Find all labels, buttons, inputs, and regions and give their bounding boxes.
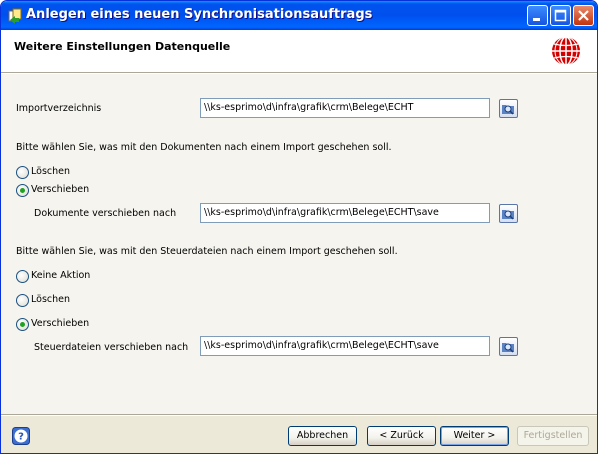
- documents-delete-radio[interactable]: [16, 166, 29, 179]
- control-files-no-action-label[interactable]: Keine Aktion: [31, 270, 90, 281]
- settings-panel: Importverzeichnis \\ks-esprimo\d\infra\g…: [1, 74, 597, 414]
- help-icon[interactable]: ?: [12, 427, 30, 445]
- page-title: Weitere Einstellungen Datenquelle: [14, 40, 231, 53]
- documents-move-target-input[interactable]: \\ks-esprimo\d\infra\grafik\crm\Belege\E…: [200, 203, 490, 223]
- documents-move-radio[interactable]: [16, 184, 29, 197]
- documents-move-label[interactable]: Verschieben: [31, 184, 89, 195]
- finish-button: Fertigstellen: [517, 426, 589, 446]
- wizard-header: Weitere Einstellungen Datenquelle: [1, 30, 597, 72]
- control-files-browse-button[interactable]: [499, 337, 518, 356]
- folder-browse-icon: [502, 105, 514, 115]
- title-bar[interactable]: Anlegen eines neuen Synchronisationsauft…: [1, 1, 597, 30]
- documents-move-target-label: Dokumente verschieben nach: [34, 208, 177, 219]
- documents-delete-label[interactable]: Löschen: [31, 166, 70, 177]
- next-button[interactable]: Weiter >: [440, 426, 509, 446]
- svg-text:?: ?: [18, 432, 24, 443]
- wizard-footer: ? Abbrechen < Zurück Weiter > Fertigstel…: [1, 417, 597, 453]
- maximize-button[interactable]: [550, 5, 571, 26]
- import-browse-button[interactable]: [499, 99, 518, 118]
- documents-browse-button[interactable]: [499, 204, 518, 223]
- close-icon: [578, 10, 589, 21]
- wizard-window: Anlegen eines neuen Synchronisationsauft…: [0, 0, 598, 454]
- control-files-delete-radio[interactable]: [16, 294, 29, 307]
- documents-question: Bitte wählen Sie, was mit den Dokumenten…: [16, 142, 392, 153]
- window-title: Anlegen eines neuen Synchronisationsauft…: [26, 7, 373, 22]
- minimize-button[interactable]: [527, 5, 548, 26]
- cancel-button[interactable]: Abbrechen: [288, 426, 357, 446]
- back-button[interactable]: < Zurück: [367, 426, 436, 446]
- folder-browse-icon: [502, 343, 514, 353]
- control-files-move-target-input[interactable]: \\ks-esprimo\d\infra\grafik\crm\Belege\E…: [200, 336, 490, 356]
- import-directory-input[interactable]: \\ks-esprimo\d\infra\grafik\crm\Belege\E…: [200, 98, 490, 118]
- close-button[interactable]: [573, 5, 594, 26]
- control-files-move-label[interactable]: Verschieben: [31, 318, 89, 329]
- import-directory-label: Importverzeichnis: [16, 103, 102, 114]
- footer-separator: [1, 414, 597, 416]
- globe-logo-icon: [550, 35, 582, 67]
- control-files-no-action-radio[interactable]: [16, 270, 29, 283]
- control-files-delete-label[interactable]: Löschen: [31, 294, 70, 305]
- app-icon: [7, 8, 23, 24]
- maximize-icon: [554, 9, 567, 22]
- minimize-icon: [533, 18, 540, 21]
- control-files-move-radio[interactable]: [16, 318, 29, 331]
- folder-browse-icon: [502, 210, 514, 220]
- control-files-question: Bitte wählen Sie, was mit den Steuerdate…: [16, 246, 398, 257]
- control-files-move-target-label: Steuerdateien verschieben nach: [34, 342, 189, 353]
